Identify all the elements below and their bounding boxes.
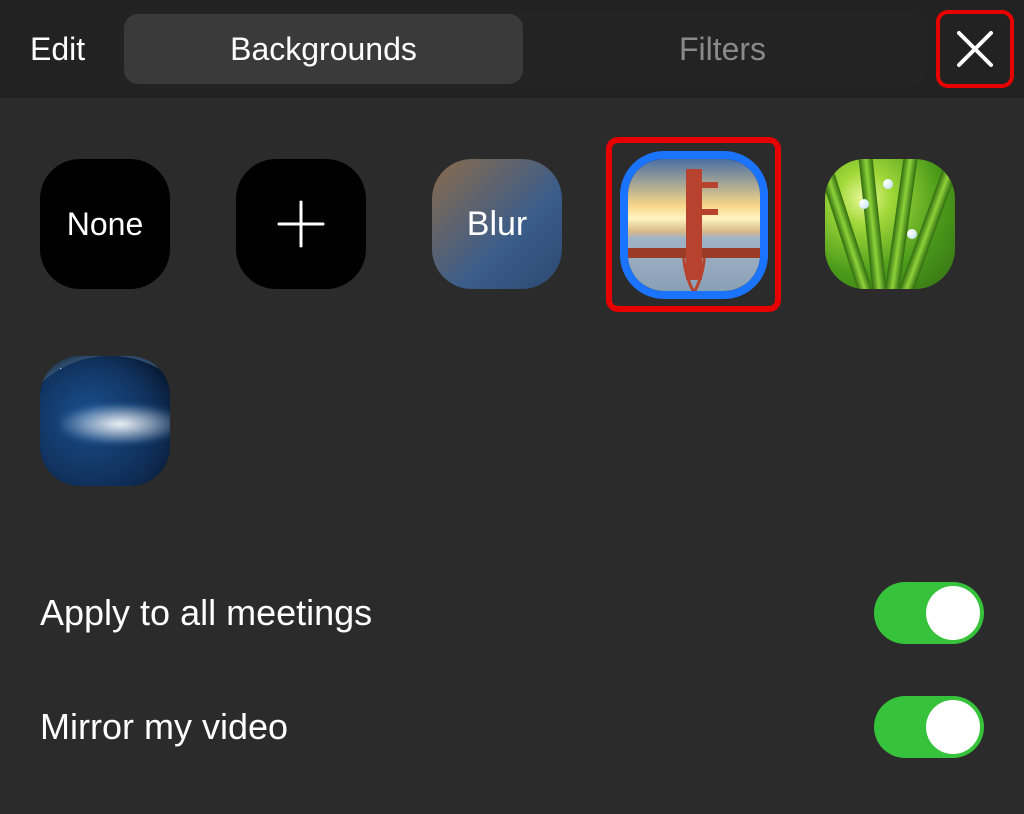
background-option-grass[interactable] [825,159,955,289]
apply-all-toggle[interactable] [874,582,984,644]
plus-icon [273,196,329,252]
backgrounds-grid: None Blur [0,99,1024,516]
background-option-bridge[interactable] [620,151,768,299]
background-option-add[interactable] [236,159,366,289]
mirror-video-toggle[interactable] [874,696,984,758]
highlight-box [606,137,781,312]
setting-mirror-video: Mirror my video [40,670,984,784]
settings-list: Apply to all meetings Mirror my video [0,516,1024,784]
background-option-none[interactable]: None [40,159,170,289]
background-option-blur[interactable]: Blur [432,159,562,289]
close-icon [953,27,997,71]
blur-label: Blur [467,205,527,244]
tab-backgrounds[interactable]: Backgrounds [124,14,523,84]
apply-all-label: Apply to all meetings [40,592,372,634]
tab-filters[interactable]: Filters [523,14,922,84]
setting-apply-all: Apply to all meetings [40,556,984,670]
toggle-knob [926,700,980,754]
header-bar: Edit Backgrounds Filters [0,0,1024,99]
tabs-segmented-control: Backgrounds Filters [120,10,926,88]
edit-title: Edit [30,31,110,68]
mirror-video-label: Mirror my video [40,706,288,748]
none-label: None [67,206,144,243]
close-button[interactable] [936,10,1014,88]
toggle-knob [926,586,980,640]
background-option-space[interactable] [40,356,170,486]
